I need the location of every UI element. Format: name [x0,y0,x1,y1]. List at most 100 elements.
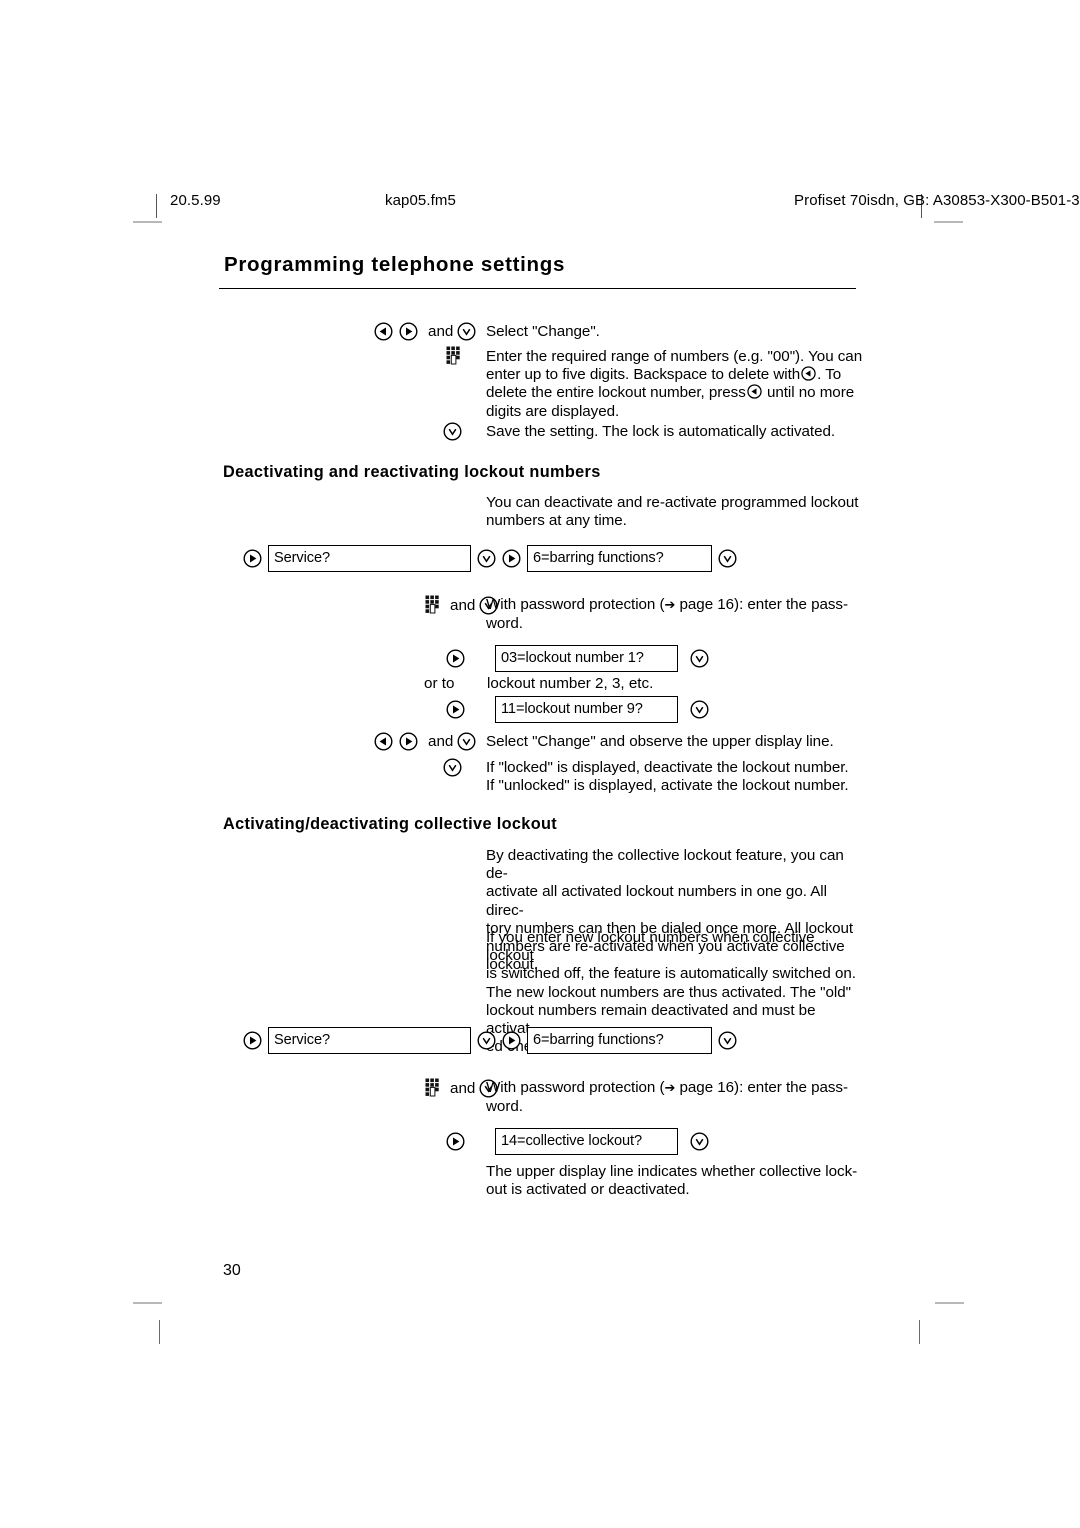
closing-line-1: The upper display line indicates whether… [486,1163,858,1180]
step-save-text: Save the setting. The lock is automatica… [486,423,866,441]
locked-unlocked-icons [443,758,462,777]
enter-range-line-2a: enter up to five digits. Backspace to de… [486,366,801,384]
or-to-text: lockout number 2, 3, etc. [487,675,654,692]
section-heading-deactivating: Deactivating and reactivating lockout nu… [223,463,601,481]
right-arrow-key-icon[interactable] [399,732,418,751]
password-line-2: word. [486,615,523,633]
password-step-1-text: With password protection (➔ page 16): en… [486,596,866,633]
step-enter-range-text: Enter the required range of numbers (e.g… [486,348,866,421]
right-arrow-key-icon[interactable] [502,549,521,568]
display-box-service-1[interactable]: Service? [268,545,471,572]
save-setting-line: Save the setting. The lock is automatica… [486,423,836,440]
enter-range-line-4: digits are displayed. [486,402,620,420]
collective-p2-line-3: The new lockout numbers are thus activat… [486,983,851,1001]
section-heading-collective: Activating/deactivating collective locko… [223,815,558,833]
deactivating-intro-line-1: You can deactivate and re-activate progr… [486,494,859,511]
right-arrow-key-icon[interactable] [399,322,418,341]
confirm-key-icon[interactable] [690,1132,709,1151]
heading-rule [219,288,856,290]
locked-line: If "locked" is displayed, deactivate the… [486,759,849,776]
display-box-barring-1[interactable]: 6=barring functions? [527,545,712,572]
select-change-observe-line: Select "Change" and observe the upper di… [486,733,834,750]
collective-closing-text: The upper display line indicates whether… [486,1163,866,1199]
left-arrow-key-icon-inline-2[interactable] [747,384,762,400]
closing-line-2: out is activated or deactivated. [486,1181,690,1199]
confirm-key-icon[interactable] [690,700,709,719]
right-arrow-key-icon[interactable] [243,549,262,568]
left-arrow-key-icon[interactable] [374,322,393,341]
select-change-observe-icons: and [374,732,476,751]
confirm-key-icon[interactable] [718,1031,737,1050]
display-box-barring-2[interactable]: 6=barring functions? [527,1027,712,1054]
header-document-id: Profiset 70isdn, GB: A30853-X300-B501-3-… [794,192,1080,209]
crop-mark-bottom-right-vertical [919,1320,920,1344]
running-header: 20.5.99 kap05.fm5 Profiset 70isdn, GB: A… [170,192,1080,214]
crop-mark-bottom-right-horizontal [935,1302,964,1304]
enter-range-line-2: enter up to five digits. Backspace to de… [486,366,866,384]
display-box-lockout-first[interactable]: 03=lockout number 1? [495,645,678,672]
header-date: 20.5.99 [170,192,221,209]
confirm-key-icon[interactable] [477,1031,496,1050]
right-arrow-key-icon[interactable] [446,649,465,668]
confirm-key-icon[interactable] [443,422,462,441]
crop-mark-bottom-left-vertical [159,1320,160,1344]
right-arrow-key-icon[interactable] [446,700,465,719]
right-arrow-key-icon[interactable] [446,1132,465,1151]
and-label-4: and [450,1080,476,1097]
confirm-key-icon[interactable] [443,758,462,777]
confirm-key-icon[interactable] [457,732,476,751]
display-box-service-2[interactable]: Service? [268,1027,471,1054]
display-box-lockout-last[interactable]: 11=lockout number 9? [495,696,678,723]
page-reference-arrow-icon: ➔ [664,598,676,613]
unlocked-line: If "unlocked" is displayed, activate the… [486,777,849,795]
left-arrow-key-icon-inline-1[interactable] [801,366,816,381]
confirm-key-icon[interactable] [690,649,709,668]
step-select-change-text: Select "Change". [486,323,866,341]
enter-range-line-1: Enter the required range of numbers (e.g… [486,348,863,365]
page-title: Programming telephone settings [224,253,566,276]
deactivating-intro-line-2: numbers at any time. [486,512,627,530]
lockout-number-first-sequence: 03=lockout number 1? [446,645,709,672]
collective-lockout-sequence: 14=collective lockout? [446,1128,709,1155]
select-change-observe-text: Select "Change" and observe the upper di… [486,733,866,751]
collective-p2-line-2: is switched off, the feature is automati… [486,965,856,983]
enter-range-line-3b: until no more [766,384,855,402]
keypad-icon[interactable] [446,346,461,367]
password-2-line-1a: With password protection ( [486,1079,665,1096]
confirm-key-icon[interactable] [477,549,496,568]
keypad-icon[interactable] [425,595,440,616]
right-arrow-key-icon[interactable] [243,1031,262,1050]
and-label-3: and [428,733,454,750]
enter-range-line-2b: . To [817,366,842,384]
and-label-1: and [428,323,454,340]
display-box-collective-lockout[interactable]: 14=collective lockout? [495,1128,678,1155]
step-save-icons [443,422,462,441]
password-line-1b: page 16): enter the pass- [675,596,849,613]
keypad-icon[interactable] [425,1078,440,1099]
collective-p1-line-2: activate all activated lockout numbers i… [486,883,827,919]
page-number: 30 [223,1262,241,1279]
and-label-2: and [450,597,476,614]
password-step-2-text: With password protection (➔ page 16): en… [486,1079,866,1116]
left-arrow-key-icon[interactable] [374,732,393,751]
password-line-1a: With password protection ( [486,596,665,613]
header-filename: kap05.fm5 [385,192,456,209]
crop-mark-top-left-horizontal [133,221,162,223]
password-line-1: With password protection (➔ page 16): en… [486,596,866,615]
right-arrow-key-icon[interactable] [502,1031,521,1050]
enter-range-line-3: delete the entire lockout number, press … [486,384,866,402]
locked-unlocked-text: If "locked" is displayed, deactivate the… [486,759,886,795]
crop-mark-bottom-left-horizontal [133,1302,162,1304]
confirm-key-icon[interactable] [457,322,476,341]
or-to-label: or to [424,675,455,692]
password-2-line-2: word. [486,1098,523,1116]
step-enter-range-icons [446,346,461,367]
password-2-line-1: With password protection (➔ page 16): en… [486,1079,866,1098]
crop-mark-top-right-horizontal [934,221,963,223]
page-reference-arrow-icon: ➔ [664,1081,676,1096]
service-sequence-2: Service? 6=barring functions? [243,1027,737,1054]
confirm-key-icon[interactable] [718,549,737,568]
deactivating-intro-text: You can deactivate and re-activate progr… [486,494,866,530]
collective-p2-line-1: If you enter new lockout numbers when co… [486,929,815,965]
enter-range-line-3a: delete the entire lockout number, press [486,384,746,402]
